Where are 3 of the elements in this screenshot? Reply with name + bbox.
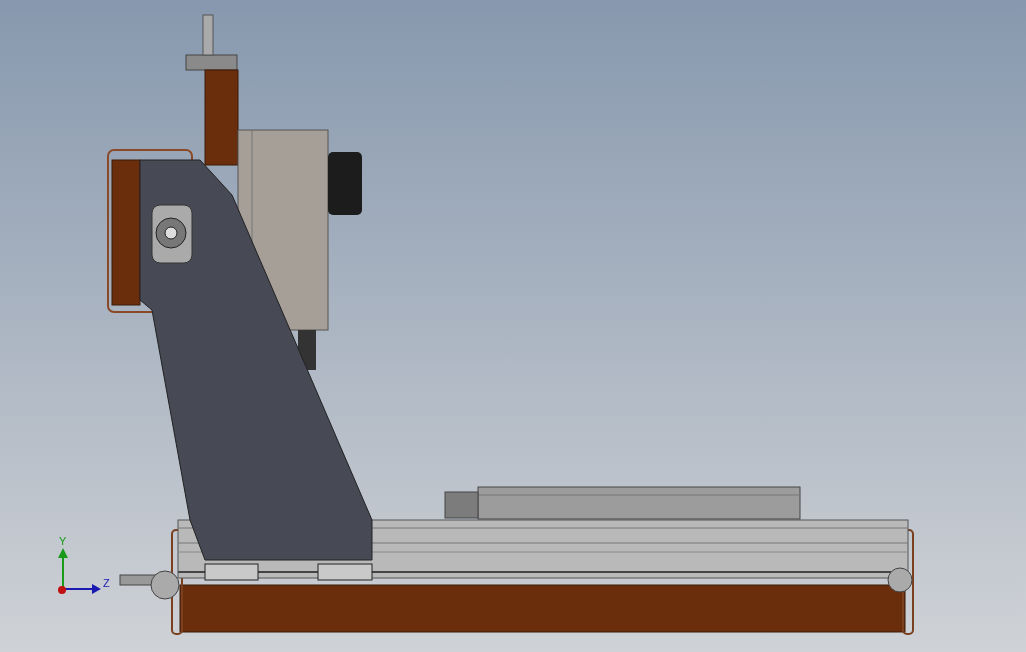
origin-dot bbox=[58, 586, 66, 594]
axis-label: Z bbox=[103, 577, 110, 589]
axis-label: Y bbox=[59, 535, 67, 547]
